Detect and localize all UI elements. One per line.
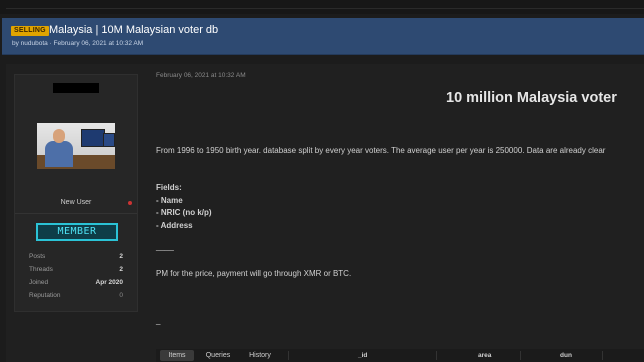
post-date[interactable]: February 06, 2021 at 10:32 AM: [156, 72, 246, 79]
top-divider: [6, 8, 644, 9]
thread-title: Malaysia | 10M Malaysian voter db: [49, 24, 219, 36]
thread-byline[interactable]: by nudubota · February 06, 2021 at 10:32…: [12, 40, 143, 47]
trailing-text: _: [156, 316, 161, 325]
separator-text: ____: [156, 242, 174, 251]
post-intro: From 1996 to 1950 birth year. database s…: [156, 146, 606, 155]
field-item: - NRIC (no k/p): [156, 208, 212, 217]
column-separator: [602, 351, 603, 360]
username-redacted[interactable]: [53, 83, 99, 93]
author-sidebar: New User MEMBER Posts 2 Threads 2 Joined…: [14, 74, 138, 312]
post-heading: 10 million Malaysia voter: [446, 90, 617, 106]
stat-label: Threads: [29, 266, 53, 273]
stat-posts: Posts 2: [29, 253, 123, 266]
field-item: - Address: [156, 221, 193, 230]
price-text: PM for the price, payment will go throug…: [156, 269, 352, 278]
column-header-dun[interactable]: dun: [560, 349, 572, 362]
post-container: New User MEMBER Posts 2 Threads 2 Joined…: [6, 64, 644, 362]
stat-reputation: Reputation 0: [29, 292, 123, 305]
fields-title: Fields:: [156, 183, 182, 192]
tab-items[interactable]: Items: [160, 350, 194, 361]
thread-header: SELLING Malaysia | 10M Malaysian voter d…: [2, 18, 644, 55]
stat-joined: Joined Apr 2020: [29, 279, 123, 292]
user-stats: Posts 2 Threads 2 Joined Apr 2020 Reputa…: [29, 253, 123, 305]
monitor-icon: [81, 129, 105, 147]
stat-value: 2: [119, 253, 123, 260]
stat-label: Joined: [29, 279, 49, 286]
field-item: - Name: [156, 196, 183, 205]
sidebar-divider: [15, 213, 137, 214]
stat-threads: Threads 2: [29, 266, 123, 279]
column-separator: [288, 351, 289, 360]
selling-badge: SELLING: [11, 26, 49, 36]
stat-value: Apr 2020: [95, 279, 123, 286]
tab-history[interactable]: History: [242, 350, 278, 361]
top-strip: [0, 0, 644, 14]
user-role: New User: [60, 199, 92, 206]
column-separator: [520, 351, 521, 360]
stat-label: Posts: [29, 253, 46, 260]
member-badge: MEMBER: [36, 223, 118, 241]
column-header-id[interactable]: _id: [358, 349, 367, 362]
column-separator: [436, 351, 437, 360]
data-tabs-bar: Items Queries History _id area dun: [156, 349, 644, 362]
column-header-area[interactable]: area: [478, 349, 491, 362]
tab-queries[interactable]: Queries: [200, 350, 236, 361]
stat-value: 2: [119, 266, 123, 273]
stat-value: 0: [119, 292, 123, 299]
stat-label: Reputation: [29, 292, 61, 299]
avatar[interactable]: [37, 123, 115, 169]
offline-status-icon: [128, 201, 132, 205]
